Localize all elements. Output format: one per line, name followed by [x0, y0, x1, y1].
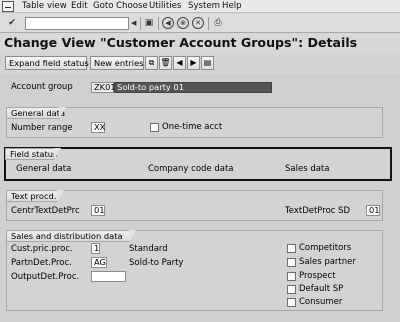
copy-icon[interactable]: ⧉: [145, 56, 158, 70]
partn-det-proc-field[interactable]: AG: [91, 257, 107, 268]
content-area: Account group ZK01 Sold-to party 01 Gene…: [0, 73, 400, 322]
account-group-label: Account group: [11, 82, 73, 92]
save-icon[interactable]: ▣: [143, 17, 155, 29]
print-list-icon[interactable]: ▤: [201, 56, 214, 70]
toolbar-separator: [158, 17, 159, 30]
menu-utilities[interactable]: Utilities: [149, 1, 181, 11]
text-det-proc-sd-field[interactable]: 01: [366, 205, 380, 216]
enter-icon[interactable]: ✔: [6, 17, 18, 29]
account-group-description: Sold-to party 01: [114, 82, 272, 93]
sales-partner-label: Sales partner: [299, 257, 356, 267]
field-status-heading: Field status: [5, 148, 61, 160]
menu-edit[interactable]: Edit: [71, 1, 88, 11]
command-field-dropdown-icon[interactable]: ◀: [131, 17, 139, 30]
sales-distribution-group: Sales and distribution data Cust.pric.pr…: [6, 230, 383, 311]
number-range-label: Number range: [11, 123, 73, 133]
menu-help[interactable]: Help: [222, 1, 242, 11]
toolbar-separator: [208, 17, 209, 30]
output-det-proc-field[interactable]: [91, 271, 126, 282]
cust-pric-proc-field[interactable]: 1: [91, 243, 100, 254]
back-icon[interactable]: ◀: [162, 17, 174, 29]
cust-pric-proc-label: Cust.pric.proc.: [11, 244, 73, 254]
consumer-label: Consumer: [299, 297, 343, 307]
application-toolbar: Expand field status New entries ⧉ 🗑 ◀ ▶ …: [0, 54, 400, 72]
default-sp-checkbox[interactable]: [287, 285, 296, 294]
next-entry-icon[interactable]: ▶: [187, 56, 200, 70]
number-range-field[interactable]: XX: [91, 122, 105, 133]
page-title: Change View "Customer Account Groups": D…: [4, 35, 358, 50]
previous-entry-icon[interactable]: ◀: [173, 56, 186, 70]
system-menu-icon[interactable]: [2, 1, 14, 12]
one-time-acct-checkbox[interactable]: [150, 123, 159, 132]
default-sp-label: Default SP: [299, 284, 344, 294]
general-data-group: General data Number range XX One-time ac…: [6, 107, 383, 138]
partn-det-proc-label: PartnDet.Proc.: [11, 258, 72, 268]
field-status-general-data-link[interactable]: General data: [16, 164, 71, 174]
one-time-acct-label: One-time acct: [162, 122, 223, 132]
competitors-label: Competitors: [299, 243, 352, 253]
text-procd-heading: Text procd.: [6, 190, 64, 202]
print-icon[interactable]: ⎙: [212, 17, 224, 29]
menu-choose[interactable]: Choose: [116, 1, 148, 11]
sales-partner-checkbox[interactable]: [287, 258, 296, 267]
cancel-icon[interactable]: ✕: [192, 17, 204, 29]
new-entries-button[interactable]: New entries: [90, 56, 144, 70]
partn-det-proc-description: Sold-to Party: [129, 258, 184, 268]
centr-text-det-prc-label: CentrTextDetPrc: [11, 206, 80, 216]
general-data-heading: General data: [6, 107, 66, 119]
account-group-field: ZK01: [91, 82, 116, 93]
menu-system[interactable]: System: [188, 1, 220, 11]
toolbar-separator: [140, 17, 141, 30]
consumer-checkbox[interactable]: [287, 298, 296, 307]
exit-icon[interactable]: ⊗: [177, 17, 189, 29]
standard-toolbar: ✔ ◀ ▣ ◀ ⊗ ✕ ⎙: [0, 14, 400, 33]
prospect-label: Prospect: [299, 271, 336, 281]
field-status-sales-data-link[interactable]: Sales data: [285, 164, 329, 174]
menu-bar: Table view Edit Goto Choose Utilities Sy…: [0, 0, 400, 13]
cust-pric-proc-description: Standard: [129, 244, 168, 254]
competitors-checkbox[interactable]: [287, 244, 296, 253]
field-status-group: Field status General data Company code d…: [4, 147, 392, 181]
output-det-proc-label: OutputDet.Proc.: [11, 272, 80, 282]
text-procd-group: Text procd. CentrTextDetPrc 01 TextDetPr…: [6, 190, 383, 221]
expand-field-status-button[interactable]: Expand field status: [5, 56, 89, 70]
text-det-proc-sd-label: TextDetProc SD: [285, 206, 351, 216]
centr-text-det-prc-field[interactable]: 01: [91, 205, 105, 216]
delete-icon[interactable]: 🗑: [159, 56, 172, 70]
menu-table-view[interactable]: Table view: [22, 1, 67, 11]
command-field[interactable]: [25, 17, 129, 30]
sales-distribution-heading: Sales and distribution data: [6, 230, 136, 242]
menu-goto[interactable]: Goto: [93, 1, 114, 11]
field-status-company-code-data-link[interactable]: Company code data: [148, 164, 234, 174]
prospect-checkbox[interactable]: [287, 272, 296, 281]
